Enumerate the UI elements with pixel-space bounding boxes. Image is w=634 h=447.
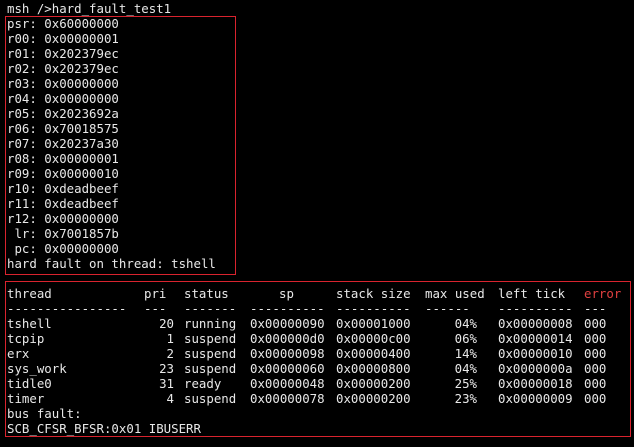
cell-stack-size: 0x00000800 (336, 361, 411, 376)
cell-pri: 1 (166, 331, 174, 346)
cell-pri: 4 (166, 391, 174, 406)
cell-error: 000 (584, 331, 607, 346)
header-max-used: max used (425, 286, 485, 301)
cell-sp: 0x00000078 (250, 391, 325, 406)
cell-stack-size: 0x00000400 (336, 346, 411, 361)
cell-stack-size: 0x00001000 (336, 316, 411, 331)
cell-error: 000 (584, 361, 607, 376)
cell-pri: 23 (159, 361, 174, 376)
cell-max-used: 25% (454, 376, 477, 391)
separator-sp: ---------- (250, 301, 325, 316)
table-row: tshell 20 running 0x00000090 0x00001000 04% 0x… (7, 316, 629, 331)
cell-left-tick: 0x00000018 (498, 376, 573, 391)
register-line: r06: 0x70018575 (7, 121, 119, 136)
cell-thread: tshell (7, 316, 52, 331)
separator-thread: ---------------- (7, 301, 127, 316)
cell-status: suspend (184, 346, 237, 361)
thread-table-separator: ---------------- --- ------- ---------- … (7, 301, 629, 316)
cell-thread: sys_work (7, 361, 67, 376)
cell-status: suspend (184, 331, 237, 346)
cell-max-used: 14% (454, 346, 477, 361)
cell-max-used: 23% (454, 391, 477, 406)
register-line: pc: 0x00000000 (7, 241, 119, 256)
cell-left-tick: 0x00000009 (498, 391, 573, 406)
separator-error: --- (584, 301, 607, 316)
register-line: r03: 0x00000000 (7, 76, 119, 91)
cell-thread: erx (7, 346, 30, 361)
register-line: r07: 0x20237a30 (7, 136, 119, 151)
cell-max-used: 04% (454, 316, 477, 331)
register-line: r00: 0x00000001 (7, 31, 119, 46)
cell-pri: 31 (159, 376, 174, 391)
separator-max-used: ------ (425, 301, 470, 316)
separator-pri: --- (144, 301, 167, 316)
table-row: sys_work 23 suspend 0x00000060 0x00000800 04%… (7, 361, 629, 376)
cell-sp: 0x00000098 (250, 346, 325, 361)
bus-fault-label: bus fault: (7, 406, 82, 421)
command-line: msh />hard_fault_test1 (7, 1, 172, 16)
cell-pri: 2 (166, 346, 174, 361)
table-row: timer 4 suspend 0x00000078 0x00000200 23% 0x00… (7, 391, 629, 406)
cell-pri: 20 (159, 316, 174, 331)
cell-thread: tidle0 (7, 376, 52, 391)
separator-status: ------- (184, 301, 237, 316)
cell-thread: timer (7, 391, 45, 406)
header-sp: sp (279, 286, 294, 301)
register-line: lr: 0x7001857b (7, 226, 119, 241)
header-left-tick: left tick (498, 286, 566, 301)
cell-sp: 0x00000048 (250, 376, 325, 391)
register-line: r08: 0x00000001 (7, 151, 119, 166)
cell-sp: 0x00000090 (250, 316, 325, 331)
cell-status: suspend (184, 391, 237, 406)
cell-status: ready (184, 376, 222, 391)
cell-error: 000 (584, 376, 607, 391)
cell-stack-size: 0x00000200 (336, 376, 411, 391)
header-status: status (184, 286, 229, 301)
register-line: r01: 0x202379ec (7, 46, 119, 61)
cell-stack-size: 0x00000c00 (336, 331, 411, 346)
fault-message: hard fault on thread: tshell (7, 256, 216, 271)
register-line: r04: 0x00000000 (7, 91, 119, 106)
thread-table-header: thread pri status sp stack size max used… (7, 286, 629, 301)
cell-error: 000 (584, 346, 607, 361)
register-line: r12: 0x00000000 (7, 211, 119, 226)
cell-max-used: 04% (454, 361, 477, 376)
register-line: r02: 0x202379ec (7, 61, 119, 76)
cell-left-tick: 0x00000010 (498, 346, 573, 361)
cell-status: running (184, 316, 237, 331)
table-row: tcpip 1 suspend 0x000000d0 0x00000c00 06% 0x00… (7, 331, 629, 346)
cell-stack-size: 0x00000200 (336, 391, 411, 406)
table-row: tidle0 31 ready 0x00000048 0x00000200 25% 0x00… (7, 376, 629, 391)
separator-stack-size: ---------- (336, 301, 411, 316)
cell-sp: 0x00000060 (250, 361, 325, 376)
register-line: psr: 0x60000000 (7, 16, 119, 31)
cell-error: 000 (584, 391, 607, 406)
terminal-window[interactable]: msh />hard_fault_test1 psr: 0x60000000 r0… (0, 0, 634, 447)
cell-left-tick: 0x0000000a (498, 361, 573, 376)
register-line: r10: 0xdeadbeef (7, 181, 119, 196)
header-thread: thread (7, 286, 52, 301)
separator-left-tick: ---------- (498, 301, 573, 316)
header-error: error (584, 286, 622, 301)
register-line: r05: 0x2023692a (7, 106, 119, 121)
header-pri: pri (144, 286, 167, 301)
register-line: r11: 0xdeadbeef (7, 196, 119, 211)
header-stack-size: stack size (336, 286, 411, 301)
table-row: erx 2 suspend 0x00000098 0x00000400 14% 0x0000… (7, 346, 629, 361)
cell-sp: 0x000000d0 (250, 331, 325, 346)
register-line: r09: 0x00000010 (7, 166, 119, 181)
cell-left-tick: 0x00000014 (498, 331, 573, 346)
cell-status: suspend (184, 361, 237, 376)
cell-thread: tcpip (7, 331, 45, 346)
cell-left-tick: 0x00000008 (498, 316, 573, 331)
cell-error: 000 (584, 316, 607, 331)
bus-fault-detail: SCB_CFSR_BFSR:0x01 IBUSERR (7, 421, 201, 436)
cell-max-used: 06% (454, 331, 477, 346)
